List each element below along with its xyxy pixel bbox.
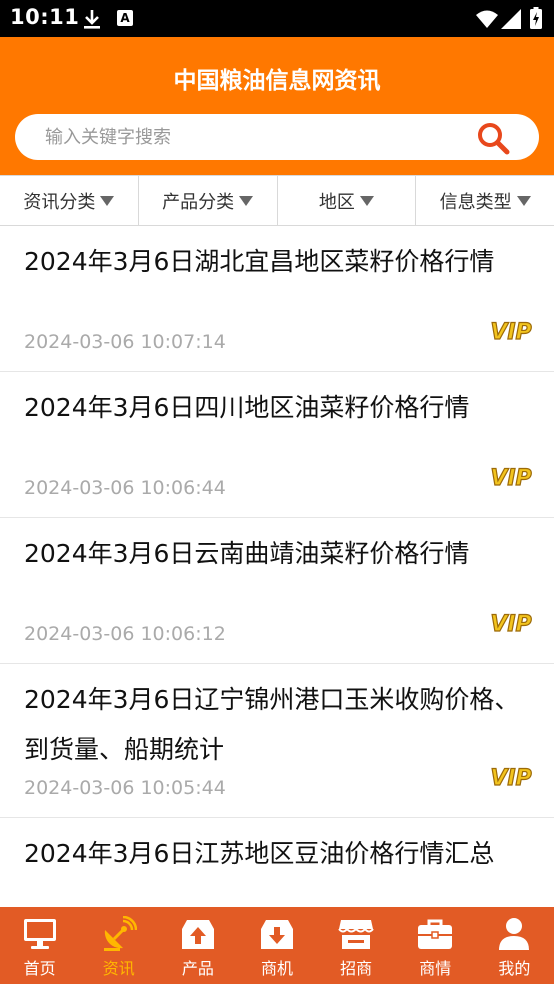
news-title: 2024年3月6日江苏地区豆油价格行情汇总	[24, 839, 495, 868]
tab-label: 招商	[340, 959, 373, 978]
status-bar: 10:11 A	[0, 0, 554, 37]
tab-label: 商情	[419, 959, 452, 978]
filter-news-category[interactable]: 资讯分类	[0, 176, 139, 225]
caret-down-icon	[516, 195, 531, 206]
news-time: 2024-03-06 10:06:44	[24, 477, 226, 499]
bottom-tab-bar: 首页 资讯 产品 商机 招商 商情 我的	[0, 907, 554, 984]
tab-label: 产品	[181, 959, 214, 978]
filter-label: 地区	[318, 191, 355, 213]
filter-region[interactable]: 地区	[278, 176, 417, 225]
news-item[interactable]: 2024年3月6日辽宁锦州港口玉米收购价格、到货量、船期统计 2024-03-0…	[0, 664, 554, 818]
filter-info-type[interactable]: 信息类型	[416, 176, 554, 225]
caret-down-icon	[100, 195, 115, 206]
vip-badge-text: VIP	[490, 766, 531, 791]
vip-badge-icon: VIP	[490, 765, 533, 791]
news-title: 2024年3月6日辽宁锦州港口玉米收购价格、到货量、船期统计	[24, 685, 520, 764]
tab-investment[interactable]: 招商	[317, 907, 396, 984]
vip-badge-icon: VIP	[490, 319, 533, 345]
tab-label: 资讯	[102, 959, 135, 978]
tab-label: 首页	[23, 959, 56, 978]
filter-label: 资讯分类	[23, 191, 96, 213]
vip-badge-icon: VIP	[490, 465, 533, 491]
caret-down-icon	[359, 195, 374, 206]
filter-label: 信息类型	[439, 191, 512, 213]
filter-product-category[interactable]: 产品分类	[139, 176, 278, 225]
tab-opportunities[interactable]: 商机	[237, 907, 316, 984]
news-item[interactable]: 2024年3月6日四川地区油菜籽价格行情 2024-03-06 10:06:44…	[0, 372, 554, 518]
wifi-icon	[476, 10, 498, 28]
storefront-icon	[338, 920, 374, 949]
search-input[interactable]	[45, 114, 465, 160]
user-icon	[499, 918, 530, 950]
caret-down-icon	[239, 195, 254, 206]
news-title: 2024年3月6日云南曲靖油菜籽价格行情	[24, 539, 470, 568]
news-time: 2024-03-06 10:06:12	[24, 623, 226, 645]
satellite-dish-icon	[103, 916, 137, 951]
tab-news[interactable]: 资讯	[79, 907, 158, 984]
tab-products[interactable]: 产品	[158, 907, 237, 984]
filter-bar: 资讯分类 产品分类 地区 信息类型	[0, 175, 554, 226]
news-title: 2024年3月6日湖北宜昌地区菜籽价格行情	[24, 247, 495, 276]
news-item[interactable]: 2024年3月6日江苏地区豆油价格行情汇总	[0, 818, 554, 907]
search-box[interactable]	[15, 114, 539, 160]
news-time: 2024-03-06 10:07:14	[24, 331, 226, 353]
news-time: 2024-03-06 10:05:44	[24, 777, 226, 799]
a-notification-icon: A	[117, 10, 133, 26]
header: 中国粮油信息网资讯	[0, 37, 554, 175]
tab-label: 我的	[498, 959, 531, 978]
page-title: 中国粮油信息网资讯	[173, 68, 381, 94]
search-icon[interactable]	[476, 121, 510, 155]
news-item[interactable]: 2024年3月6日云南曲靖油菜籽价格行情 2024-03-06 10:06:12…	[0, 518, 554, 664]
vip-badge-text: VIP	[490, 466, 531, 491]
download-icon	[84, 10, 100, 29]
status-time: 10:11	[10, 5, 80, 29]
filter-label: 产品分类	[162, 191, 235, 213]
tab-label: 商机	[260, 959, 293, 978]
vip-badge-text: VIP	[490, 320, 531, 345]
monitor-icon	[23, 919, 56, 949]
tab-profile[interactable]: 我的	[475, 907, 554, 984]
box-upload-icon	[181, 920, 214, 949]
briefcase-icon	[418, 919, 453, 949]
tab-home[interactable]: 首页	[0, 907, 79, 984]
vip-badge-text: VIP	[490, 612, 531, 637]
box-download-icon	[260, 920, 293, 949]
news-item[interactable]: 2024年3月6日湖北宜昌地区菜籽价格行情 2024-03-06 10:07:1…	[0, 226, 554, 372]
tab-market[interactable]: 商情	[396, 907, 475, 984]
news-title: 2024年3月6日四川地区油菜籽价格行情	[24, 393, 470, 422]
signal-icon	[501, 9, 521, 29]
battery-icon	[530, 7, 542, 29]
news-list: 2024年3月6日湖北宜昌地区菜籽价格行情 2024-03-06 10:07:1…	[0, 226, 554, 907]
vip-badge-icon: VIP	[490, 611, 533, 637]
